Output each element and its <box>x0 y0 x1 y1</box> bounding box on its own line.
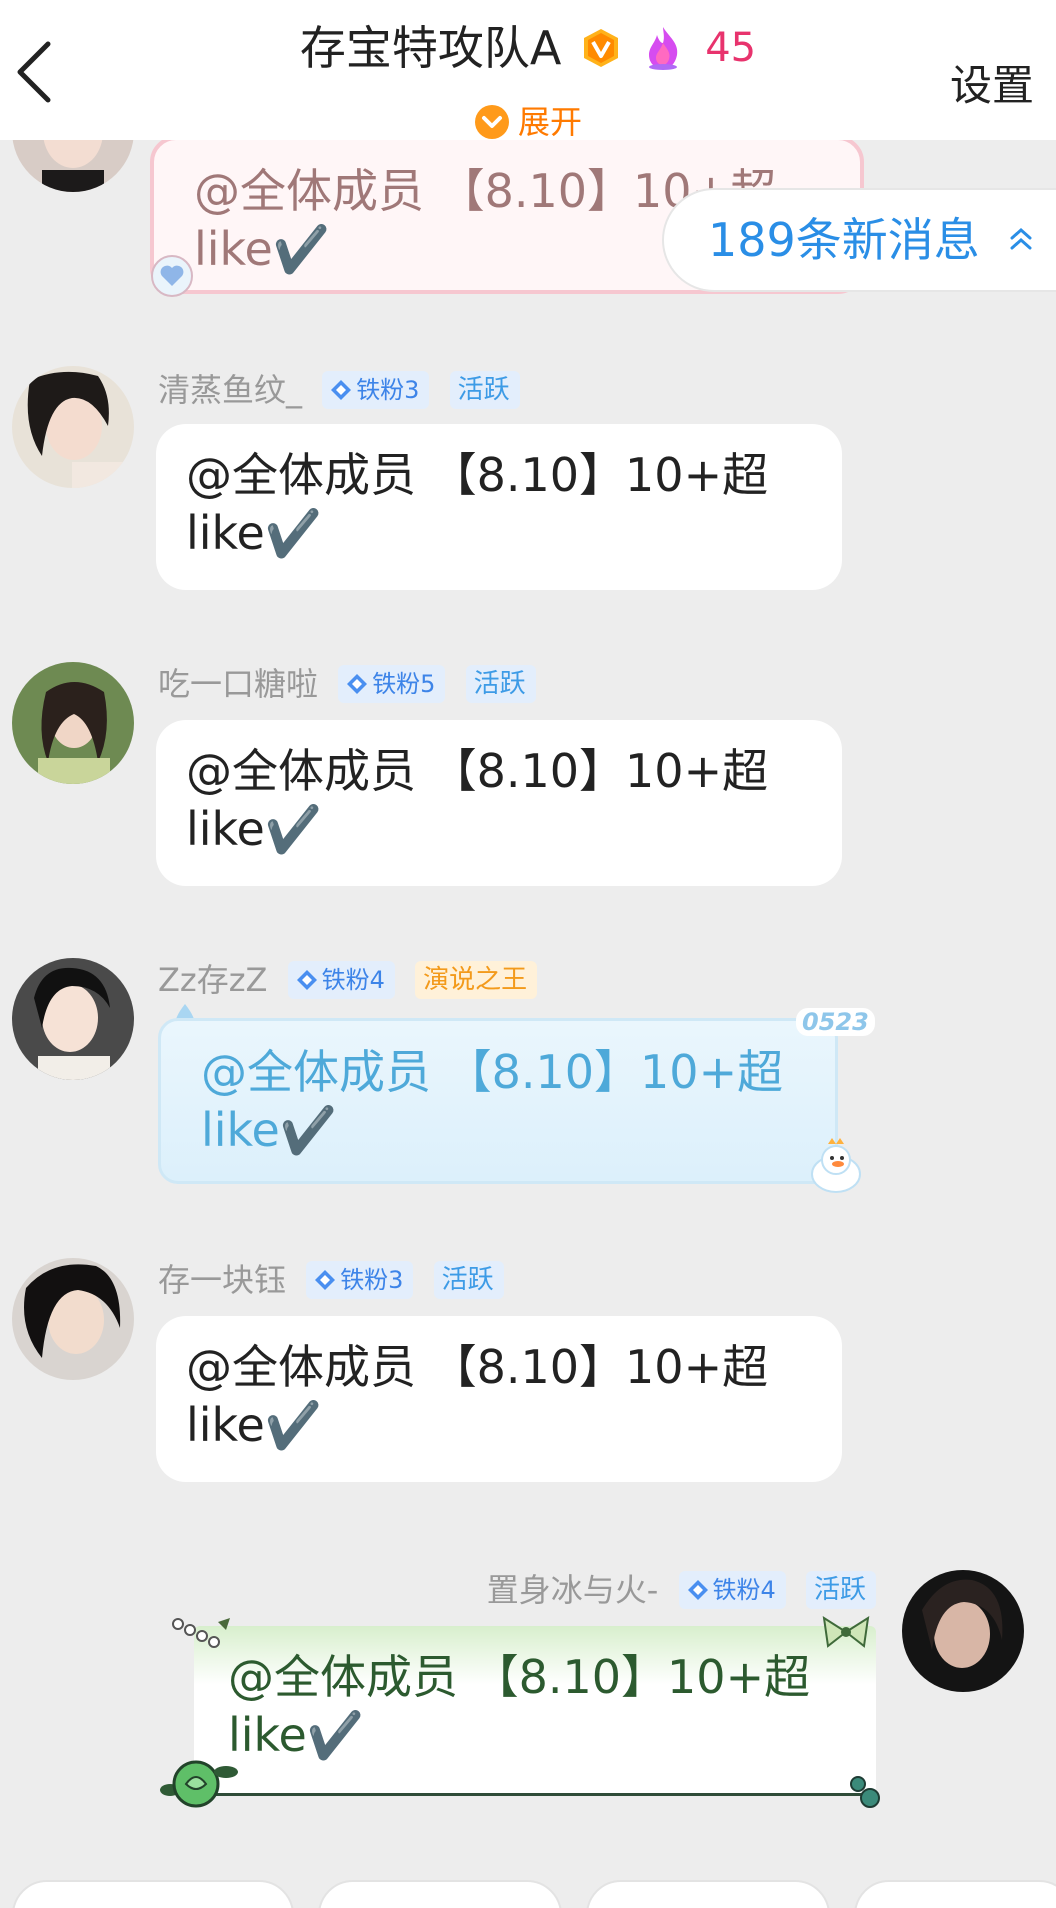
message-bubble[interactable]: @全体成员 【8.10】10+超 like✔️ <box>156 1316 842 1482</box>
double-chevron-up-icon <box>1010 227 1032 250</box>
fan-badge-label: 铁粉3 <box>340 1266 404 1294</box>
message-text-line1: @全体成员 【8.10】10+超 <box>186 744 769 798</box>
group-level: 45 <box>705 24 757 71</box>
message-bubble[interactable]: @全体成员 【8.10】10+超 like✔️ <box>194 1626 876 1796</box>
message-text-line2: like✔️ <box>186 802 323 856</box>
message-text-line2: like✔️ <box>201 1103 338 1157</box>
message-text-line2: like✔️ <box>228 1708 365 1762</box>
bow-decoration-icon <box>822 1615 870 1648</box>
message-text-line1: @全体成员 【8.10】10+超 <box>186 448 769 502</box>
fan-badge-label: 铁粉4 <box>712 1576 776 1604</box>
sender-name[interactable]: 吃一口糖啦 <box>158 665 318 703</box>
avatar[interactable] <box>12 958 134 1080</box>
fan-badge-label: 铁粉4 <box>321 966 385 994</box>
sender-info: 吃一口糖啦 铁粉5 活跃 <box>158 662 536 703</box>
role-badge[interactable]: 活跃 <box>449 371 520 409</box>
message-text-line2: like✔️ <box>186 1398 323 1452</box>
role-badge[interactable]: 演说之王 <box>415 961 538 999</box>
avatar[interactable] <box>12 366 134 488</box>
new-messages-pill[interactable]: 189条新消息 <box>662 188 1056 292</box>
quick-reply-chip[interactable] <box>586 1880 830 1908</box>
sender-info: 清蒸鱼纹_ 铁粉3 活跃 <box>158 368 520 409</box>
sender-name[interactable]: Zz存zZ <box>158 961 267 999</box>
expand-toggle[interactable]: 展开 <box>0 100 1056 142</box>
message-text-line1: @全体成员 【8.10】10+超 <box>201 1045 784 1099</box>
avatar-image <box>12 662 134 784</box>
new-messages-label: 189条新消息 <box>708 213 980 267</box>
sender-name[interactable]: 存一块钰 <box>158 1261 286 1299</box>
fire-icon <box>648 26 677 70</box>
sender-info: Zz存zZ 铁粉4 演说之王 <box>158 958 538 999</box>
berry-decoration-icon <box>850 1776 880 1808</box>
avatar-image <box>12 958 134 1080</box>
diamond-icon <box>687 1579 708 1600</box>
sender-info: 置身冰与火- 铁粉4 活跃 <box>487 1568 876 1609</box>
duck-decoration-icon <box>811 1138 861 1193</box>
avatar-image <box>12 366 134 488</box>
fan-badge-label: 铁粉5 <box>372 670 436 698</box>
fan-badge[interactable]: 铁粉5 <box>338 665 446 703</box>
rose-decoration-icon <box>160 1760 238 1808</box>
sender-name[interactable]: 清蒸鱼纹_ <box>158 371 302 409</box>
avatar[interactable] <box>12 662 134 784</box>
role-badge[interactable]: 活跃 <box>433 1261 504 1299</box>
group-title: 存宝特攻队A <box>299 20 562 75</box>
diamond-icon <box>315 1269 336 1290</box>
top-bar: 存宝特攻队A 45 设置 展开 <box>0 0 1056 142</box>
fan-badge-label: 铁粉3 <box>356 376 420 404</box>
fan-badge[interactable]: 铁粉4 <box>287 961 395 999</box>
message-bubble[interactable]: @全体成员 【8.10】10+超 like✔️ <box>156 424 842 590</box>
role-badge[interactable]: 活跃 <box>805 1571 876 1609</box>
expand-label: 展开 <box>517 103 582 141</box>
diamond-icon <box>331 379 352 400</box>
avatar-image <box>12 1258 134 1380</box>
role-badge[interactable]: 活跃 <box>465 665 536 703</box>
quick-reply-chip[interactable] <box>318 1880 562 1908</box>
message-bubble[interactable]: @全体成员 【8.10】10+超 like✔️ <box>156 720 842 886</box>
chat-screen: 存宝特攻队A 45 设置 展开 189条新消息 @全体成员 【8.10】10+超… <box>0 0 1056 1908</box>
avatar-image <box>902 1570 1024 1692</box>
heart-decoration-icon <box>151 255 193 297</box>
message-text-line1: @全体成员 【8.10】10+超 <box>186 1340 769 1394</box>
avatar[interactable] <box>902 1570 1024 1692</box>
message-bubble[interactable]: @全体成员 【8.10】10+超 like✔️ <box>158 1018 838 1184</box>
message-text-line1: @全体成员 【8.10】10+超 <box>228 1650 811 1704</box>
message-text-line2: like✔️ <box>186 506 323 560</box>
fan-badge[interactable]: 铁粉3 <box>322 371 430 409</box>
sender-info: 存一块钰 铁粉3 活跃 <box>158 1258 504 1299</box>
vip-badge-icon <box>583 28 618 67</box>
quick-reply-chip[interactable] <box>854 1880 1056 1908</box>
quick-reply-chip[interactable] <box>12 1880 294 1908</box>
chat-title-row: 存宝特攻队A 45 <box>0 14 1056 78</box>
diamond-icon <box>347 673 368 694</box>
fan-badge[interactable]: 铁粉3 <box>306 1261 414 1299</box>
pearl-string-decoration-icon <box>172 1618 230 1648</box>
chevron-down-circle-icon <box>474 105 509 139</box>
avatar[interactable] <box>12 1258 134 1380</box>
diamond-icon <box>296 969 317 990</box>
sender-name[interactable]: 置身冰与火- <box>487 1571 659 1609</box>
fan-badge[interactable]: 铁粉4 <box>678 1571 786 1609</box>
decor-number: 0523 <box>796 1008 875 1036</box>
